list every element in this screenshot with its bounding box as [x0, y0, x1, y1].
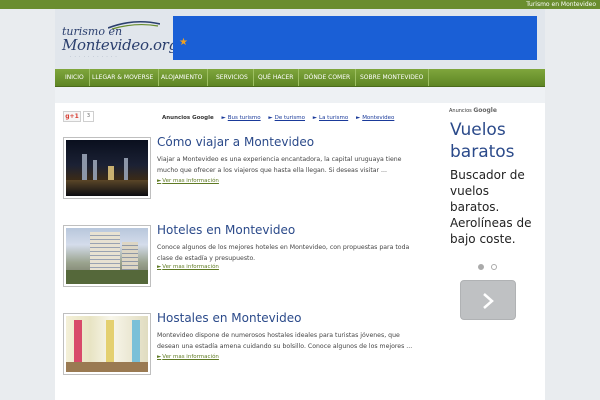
chevron-right-icon	[483, 293, 494, 309]
triangle-icon: ►	[221, 115, 226, 121]
sidebar-ad-description: Buscador de vuelos baratos. Aerolíneas d…	[450, 168, 532, 246]
article-title[interactable]: Hoteles en Montevideo	[157, 223, 295, 237]
article-excerpt: Montevideo dispone de numerosos hostales…	[157, 332, 413, 350]
night-skyline-image	[66, 140, 148, 196]
ad-links-label: Anuncios Google	[162, 115, 214, 121]
breadcrumb-strip	[55, 87, 545, 103]
read-more-link[interactable]: ►Ver mas información	[157, 354, 219, 360]
nav-item-inicio[interactable]: INICIO	[60, 69, 90, 86]
triangle-icon: ►	[312, 115, 317, 121]
article-thumbnail[interactable]	[63, 137, 151, 199]
ad-link-bus-turismo[interactable]: Bus turismo	[228, 115, 261, 121]
article-thumbnail[interactable]	[63, 313, 151, 375]
hostel-interior-image	[66, 316, 148, 372]
carousel-dot[interactable]	[491, 264, 497, 270]
nav-item-donde-comer[interactable]: DÓNDE COMER	[299, 69, 357, 86]
sidebar-ad: Anuncios Google Vuelos baratos Buscador …	[445, 103, 545, 400]
triangle-icon: ►	[157, 178, 162, 184]
article-excerpt: Conoce algunos de los mejores hoteles en…	[157, 244, 410, 262]
article-thumbnail[interactable]	[63, 225, 151, 287]
article-title[interactable]: Hostales en Montevideo	[157, 311, 301, 325]
hotel-building-image	[66, 228, 148, 284]
google-plus-count: 3	[83, 111, 94, 122]
sidebar-ads-label: Anuncios Google	[449, 107, 497, 114]
carousel-dot-active[interactable]	[478, 264, 484, 270]
ad-link-la-turismo[interactable]: La turismo	[319, 115, 348, 121]
main-content: g+1 3 Anuncios Google ► Bus turismo ► De t…	[55, 103, 545, 400]
nav-item-que-hacer[interactable]: QUÉ HACER	[253, 69, 300, 86]
ad-banner[interactable]: ★	[173, 16, 537, 60]
article-title[interactable]: Cómo viajar a Montevideo	[157, 135, 314, 149]
nav-item-alojamiento[interactable]: ALOJAMIENTO	[156, 69, 209, 86]
read-more-link[interactable]: ►Ver mas información	[157, 178, 219, 184]
triangle-icon: ►	[157, 354, 162, 360]
ad-links-bar: Anuncios Google ► Bus turismo ► De turismo…	[162, 115, 400, 121]
ad-link-montevideo[interactable]: Montevideo	[362, 115, 394, 121]
carousel-next-button[interactable]	[460, 280, 516, 320]
read-more-link[interactable]: ►Ver mas información	[157, 264, 219, 270]
ad-link-de-turismo[interactable]: De turismo	[275, 115, 305, 121]
triangle-icon: ►	[268, 115, 273, 121]
header: turismo en Montevideo.org · · · · · · · …	[55, 9, 545, 69]
site-logo[interactable]: turismo en Montevideo.org · · · · · · · …	[60, 14, 178, 66]
top-bar: Turismo en Montevideo	[0, 0, 600, 9]
star-icon: ★	[179, 37, 188, 48]
logo-line2: Montevideo.org	[62, 36, 178, 54]
nav-item-llegar[interactable]: LLEGAR & MOVERSE	[87, 69, 160, 86]
nav-item-servicios[interactable]: SERVICIOS	[211, 69, 254, 86]
google-plus-button[interactable]: g+1	[63, 111, 81, 122]
triangle-icon: ►	[157, 264, 162, 270]
nav-item-sobre-montevideo[interactable]: SOBRE MONTEVIDEO	[355, 69, 430, 86]
triangle-icon: ►	[355, 115, 361, 121]
main-nav: INICIO LLEGAR & MOVERSE ALOJAMIENTO SERV…	[55, 69, 545, 87]
logo-tagline: · · · · · · · · · · ·	[70, 54, 118, 59]
site-name-link[interactable]: Turismo en Montevideo	[526, 0, 596, 9]
sidebar-ad-title[interactable]: Vuelos baratos	[450, 119, 542, 163]
article-excerpt: Viajar a Montevideo es una experiencia e…	[157, 156, 402, 174]
